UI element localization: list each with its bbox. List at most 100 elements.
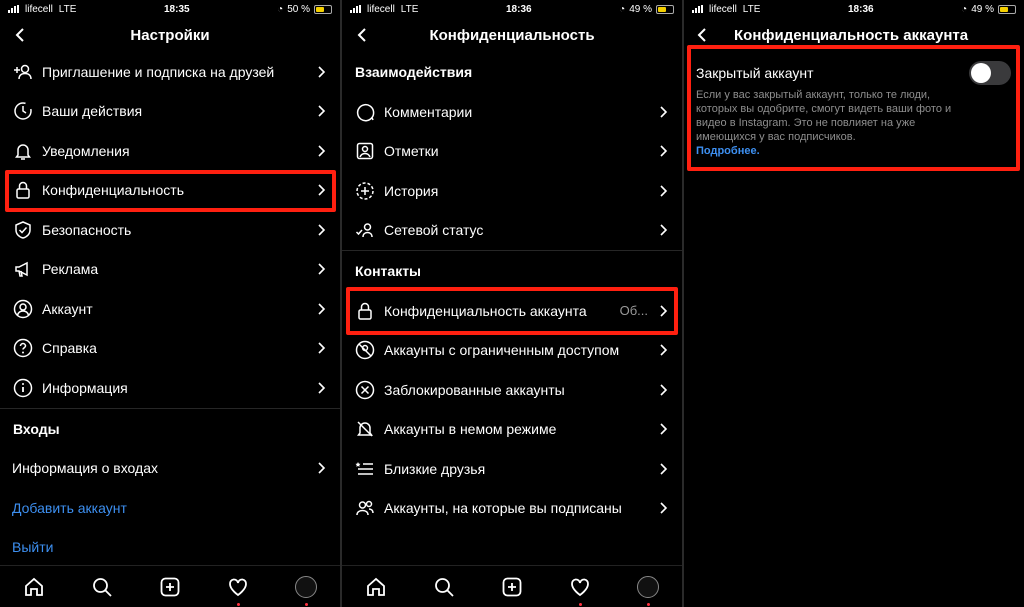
settings-item-ads[interactable]: Реклама	[0, 250, 340, 290]
settings-item-activity[interactable]: Ваши действия	[0, 92, 340, 132]
account-privacy-value: Об...	[619, 303, 648, 319]
chevron-right-icon	[660, 185, 668, 197]
home-icon[interactable]	[364, 575, 388, 599]
new-post-icon[interactable]	[158, 575, 182, 599]
chevron-right-icon	[660, 502, 668, 514]
status-bar: lifecell LTE 18:36 ◔ 49 %	[342, 0, 682, 18]
notification-dot	[578, 602, 582, 606]
network: LTE	[400, 3, 419, 15]
battery-percent: 49 %	[629, 3, 652, 15]
notification-dot	[304, 602, 308, 606]
profile-avatar[interactable]	[294, 575, 318, 606]
lock-icon	[354, 300, 376, 322]
settings-item-invite[interactable]: Приглашение и подписка на друзей	[0, 52, 340, 92]
restricted-icon	[354, 339, 376, 361]
page-title: Конфиденциальность	[429, 26, 595, 44]
chevron-right-icon	[318, 145, 326, 157]
privacy-item-comments[interactable]: Комментарии	[342, 92, 682, 132]
section-header-logins: Входы	[13, 420, 60, 437]
toggle-knob	[971, 63, 991, 83]
privacy-item-muted[interactable]: Аккаунты в немом режиме	[342, 410, 682, 450]
chevron-right-icon	[660, 463, 668, 475]
muted-bell-icon	[354, 418, 376, 440]
chevron-right-icon	[660, 145, 668, 157]
private-account-description: Если у вас закрытый аккаунт, только те л…	[696, 89, 952, 143]
new-post-icon[interactable]	[500, 575, 524, 599]
page-title: Настройки	[130, 26, 210, 44]
chevron-right-icon	[660, 423, 668, 435]
chevron-right-icon	[660, 384, 668, 396]
tag-person-icon	[354, 140, 376, 162]
home-icon[interactable]	[22, 575, 46, 599]
add-account-link[interactable]: Добавить аккаунт	[0, 488, 340, 528]
learn-more-link[interactable]: Подробнее.	[696, 145, 1011, 157]
battery-icon	[655, 4, 674, 14]
settings-item-login-info[interactable]: Информация о входах	[0, 449, 340, 489]
logout-link[interactable]: Выйти	[0, 528, 340, 568]
settings-item-security[interactable]: Безопасность	[0, 210, 340, 250]
story-plus-icon	[354, 180, 376, 202]
shield-icon	[12, 219, 34, 241]
privacy-screen: lifecell LTE 18:36 ◔ 49 % Конфиденциальн…	[342, 0, 682, 607]
signal-icon	[350, 5, 361, 13]
bottom-tab-bar	[342, 565, 682, 607]
settings-item-help[interactable]: Справка	[0, 329, 340, 369]
privacy-item-account-privacy[interactable]: Конфиденциальность аккаунта Об...	[342, 291, 682, 331]
privacy-item-blocked[interactable]: Заблокированные аккаунты	[342, 370, 682, 410]
chevron-right-icon	[318, 66, 326, 78]
private-account-toggle[interactable]	[969, 61, 1011, 85]
heart-icon[interactable]	[568, 575, 592, 606]
back-arrow-icon[interactable]	[354, 26, 372, 44]
notification-dot	[236, 602, 240, 606]
battery-icon	[997, 4, 1016, 14]
add-person-icon	[12, 61, 34, 83]
megaphone-icon	[12, 258, 34, 280]
signal-icon	[8, 5, 19, 13]
settings-item-account[interactable]: Аккаунт	[0, 289, 340, 329]
status-bar: lifecell LTE 18:36 ◔ 49 %	[684, 0, 1024, 18]
settings-item-info[interactable]: Информация	[0, 368, 340, 408]
privacy-list: Взаимодействия Комментарии Отметки Истор…	[342, 52, 682, 528]
clock: 18:36	[505, 3, 532, 15]
chevron-right-icon	[318, 342, 326, 354]
avatar	[637, 575, 659, 598]
settings-item-privacy[interactable]: Конфиденциальность	[0, 171, 340, 211]
chevron-right-icon	[660, 224, 668, 236]
battery-percent: 50 %	[287, 3, 310, 15]
notification-dot	[646, 602, 650, 606]
section-header-contacts: Контакты	[355, 263, 422, 279]
chevron-right-icon	[660, 305, 668, 317]
settings-item-notifications[interactable]: Уведомления	[0, 131, 340, 171]
comment-icon	[354, 101, 376, 123]
search-icon[interactable]	[90, 575, 114, 599]
blocked-icon	[354, 379, 376, 401]
following-icon	[354, 497, 376, 519]
back-arrow-icon[interactable]	[12, 26, 30, 44]
page-title: Конфиденциальность аккаунта	[734, 26, 969, 44]
info-icon	[12, 377, 34, 399]
back-arrow-icon[interactable]	[694, 26, 712, 44]
page-header: Настройки	[0, 18, 340, 52]
account-privacy-screen: lifecell LTE 18:36 ◔ 49 % Конфиденциальн…	[684, 0, 1024, 607]
chevron-right-icon	[318, 382, 326, 394]
privacy-item-close-friends[interactable]: Близкие друзья	[342, 449, 682, 489]
bottom-tab-bar	[0, 565, 340, 607]
heart-icon[interactable]	[226, 575, 250, 606]
close-friends-list-icon	[354, 458, 376, 480]
privacy-item-tags[interactable]: Отметки	[342, 132, 682, 172]
chevron-right-icon	[318, 263, 326, 275]
profile-avatar[interactable]	[636, 575, 660, 606]
settings-list: Приглашение и подписка на друзей Ваши де…	[0, 52, 340, 567]
privacy-item-restricted[interactable]: Аккаунты с ограниченным доступом	[342, 331, 682, 371]
help-icon	[12, 337, 34, 359]
headphones-icon: ◔	[619, 3, 626, 15]
headphones-icon: ◔	[277, 3, 284, 15]
privacy-item-activity-status[interactable]: Сетевой статус	[342, 211, 682, 251]
activity-clock-icon	[12, 100, 34, 122]
status-bar: lifecell LTE 18:35 ◔ 50 %	[0, 0, 340, 18]
privacy-item-story[interactable]: История	[342, 171, 682, 211]
chevron-right-icon	[318, 462, 326, 474]
search-icon[interactable]	[432, 575, 456, 599]
privacy-item-following[interactable]: Аккаунты, на которые вы подписаны	[342, 489, 682, 529]
chevron-right-icon	[660, 344, 668, 356]
